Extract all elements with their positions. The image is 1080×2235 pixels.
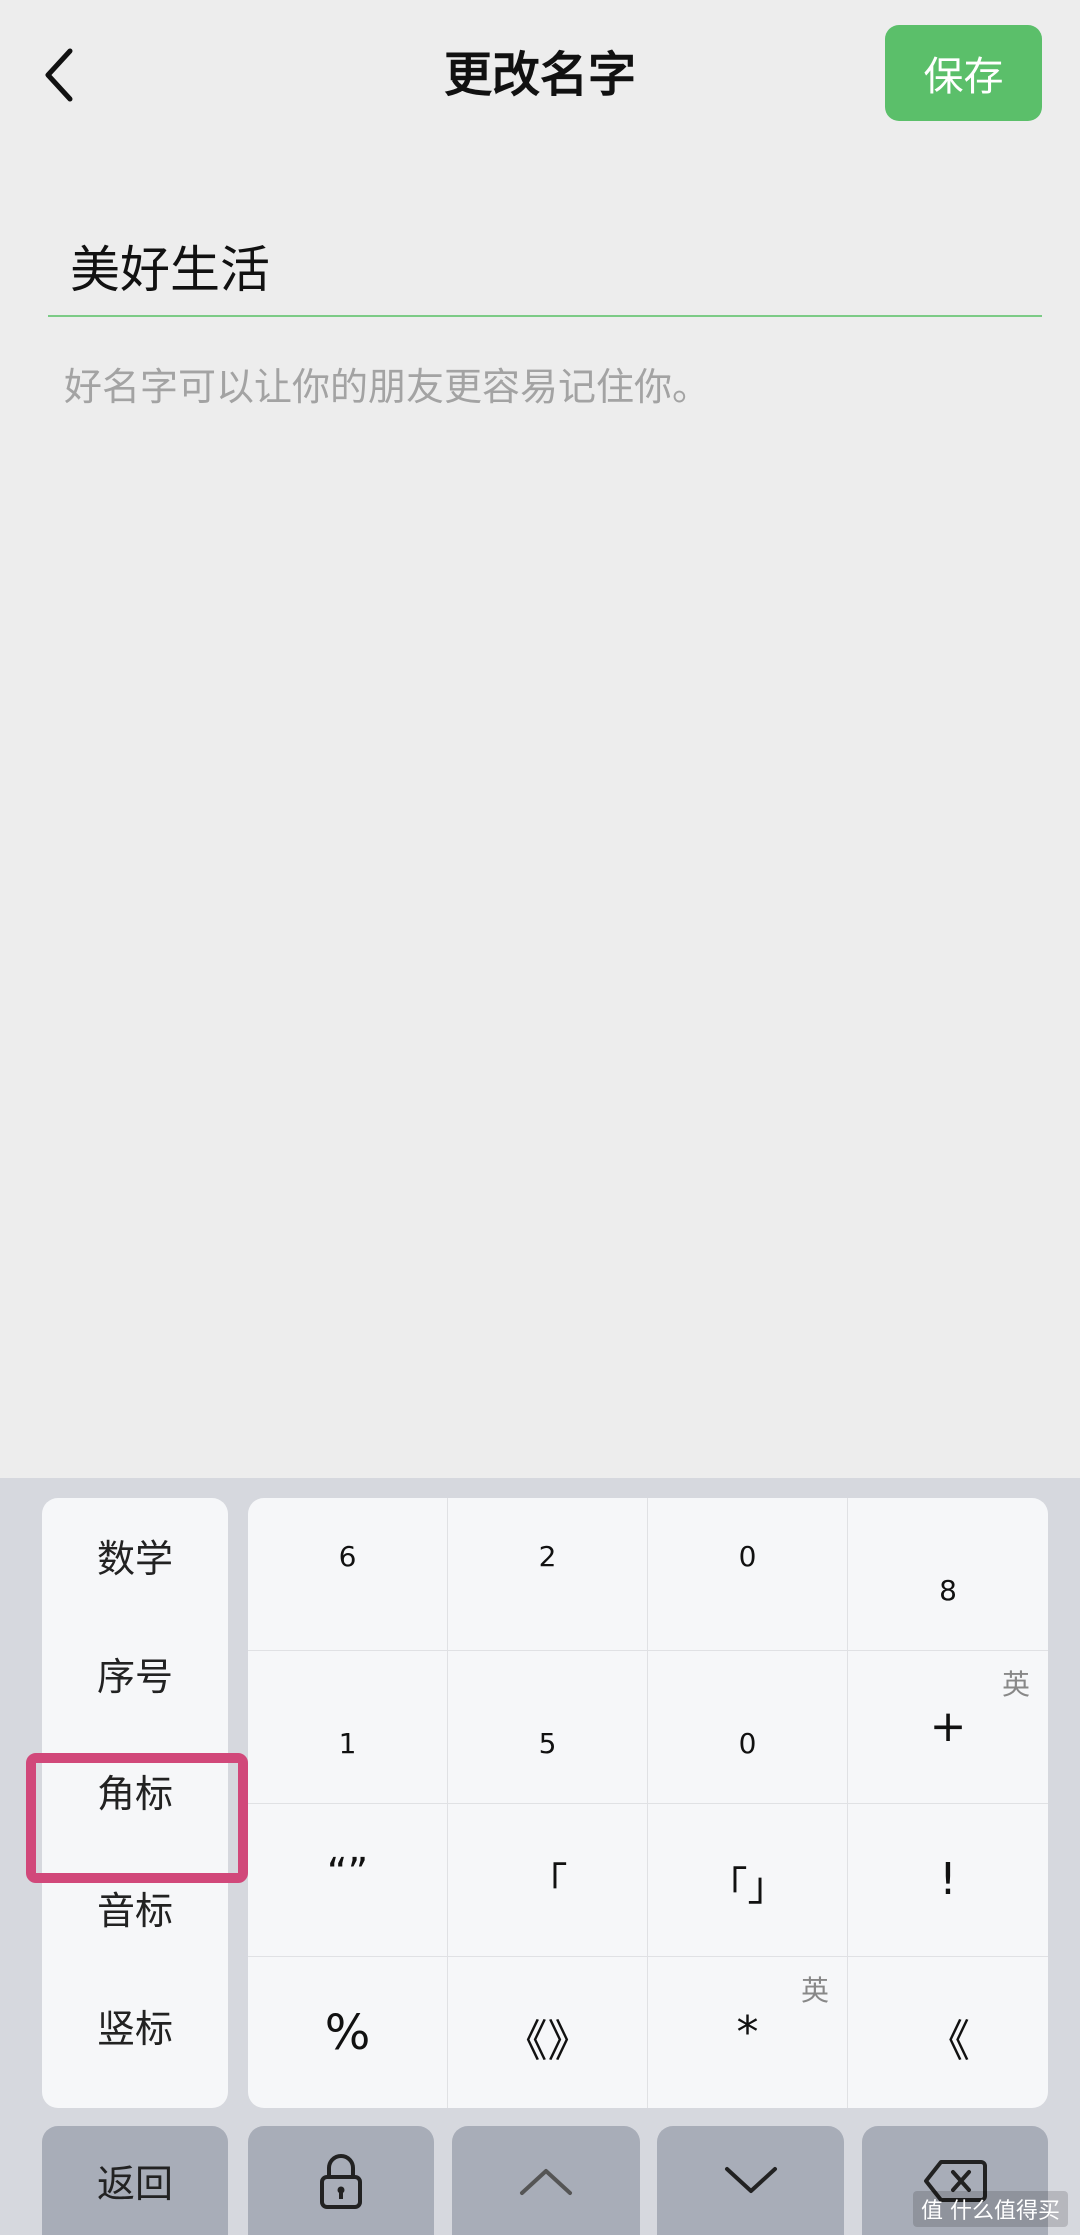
name-hint: 好名字可以让你的朋友更容易记住你。 [64, 365, 711, 409]
symbol-key[interactable]: 0 [648, 1651, 848, 1804]
symbol-key[interactable]: 《 [848, 1957, 1048, 2108]
symbol-key[interactable]: “” [248, 1804, 448, 1957]
symbol-key[interactable]: 0 [648, 1498, 848, 1651]
symbol-key[interactable]: 2 [448, 1498, 648, 1651]
return-key-label: 返回 [96, 2162, 173, 2206]
symbol-key[interactable]: 1 [248, 1651, 448, 1804]
symbol-key[interactable]: 「 [448, 1804, 648, 1957]
english-badge: 英 [800, 1974, 829, 2007]
symbol-keyboard: 数学 序号 角标 音标 竖标 6 2 0 8 1 5 0 英 + “” 「 「」… [0, 1478, 1080, 2235]
lock-key[interactable] [248, 2126, 434, 2235]
chevron-down-icon [724, 2166, 777, 2193]
symbol-key[interactable]: 《》 [448, 1957, 648, 2108]
symbol-key[interactable]: ! [848, 1804, 1048, 1957]
watermark: 值 什么值得买 [913, 2191, 1068, 2227]
category-math[interactable]: 数学 [42, 1510, 228, 1600]
name-input-value: 美好生活 [70, 241, 270, 299]
category-vertical[interactable]: 竖标 [42, 1980, 228, 2070]
symbol-key[interactable]: 英 * [648, 1957, 848, 2108]
return-key[interactable]: 返回 [42, 2126, 228, 2235]
symbol-key[interactable]: 英 + [848, 1651, 1048, 1804]
english-badge: 英 [1001, 1668, 1030, 1701]
category-sequence[interactable]: 序号 [42, 1628, 228, 1718]
symbol-key[interactable]: 「」 [648, 1804, 848, 1957]
symbol-key[interactable]: 5 [448, 1651, 648, 1804]
save-button[interactable]: 保存 [885, 25, 1042, 121]
lock-icon [320, 2153, 362, 2209]
symbol-key[interactable]: 8 [848, 1498, 1048, 1651]
chevron-up-icon [520, 2168, 572, 2195]
highlight-box [26, 1753, 248, 1883]
symbol-grid: 6 2 0 8 1 5 0 英 + “” 「 「」 ! % 《》 英 * 《 [248, 1498, 1048, 2108]
page-down-key[interactable] [657, 2126, 844, 2235]
page-up-key[interactable] [452, 2126, 640, 2235]
name-input[interactable]: 美好生活 [48, 225, 1042, 317]
symbol-key[interactable]: % [248, 1957, 448, 2108]
symbol-key[interactable]: 6 [248, 1498, 448, 1651]
